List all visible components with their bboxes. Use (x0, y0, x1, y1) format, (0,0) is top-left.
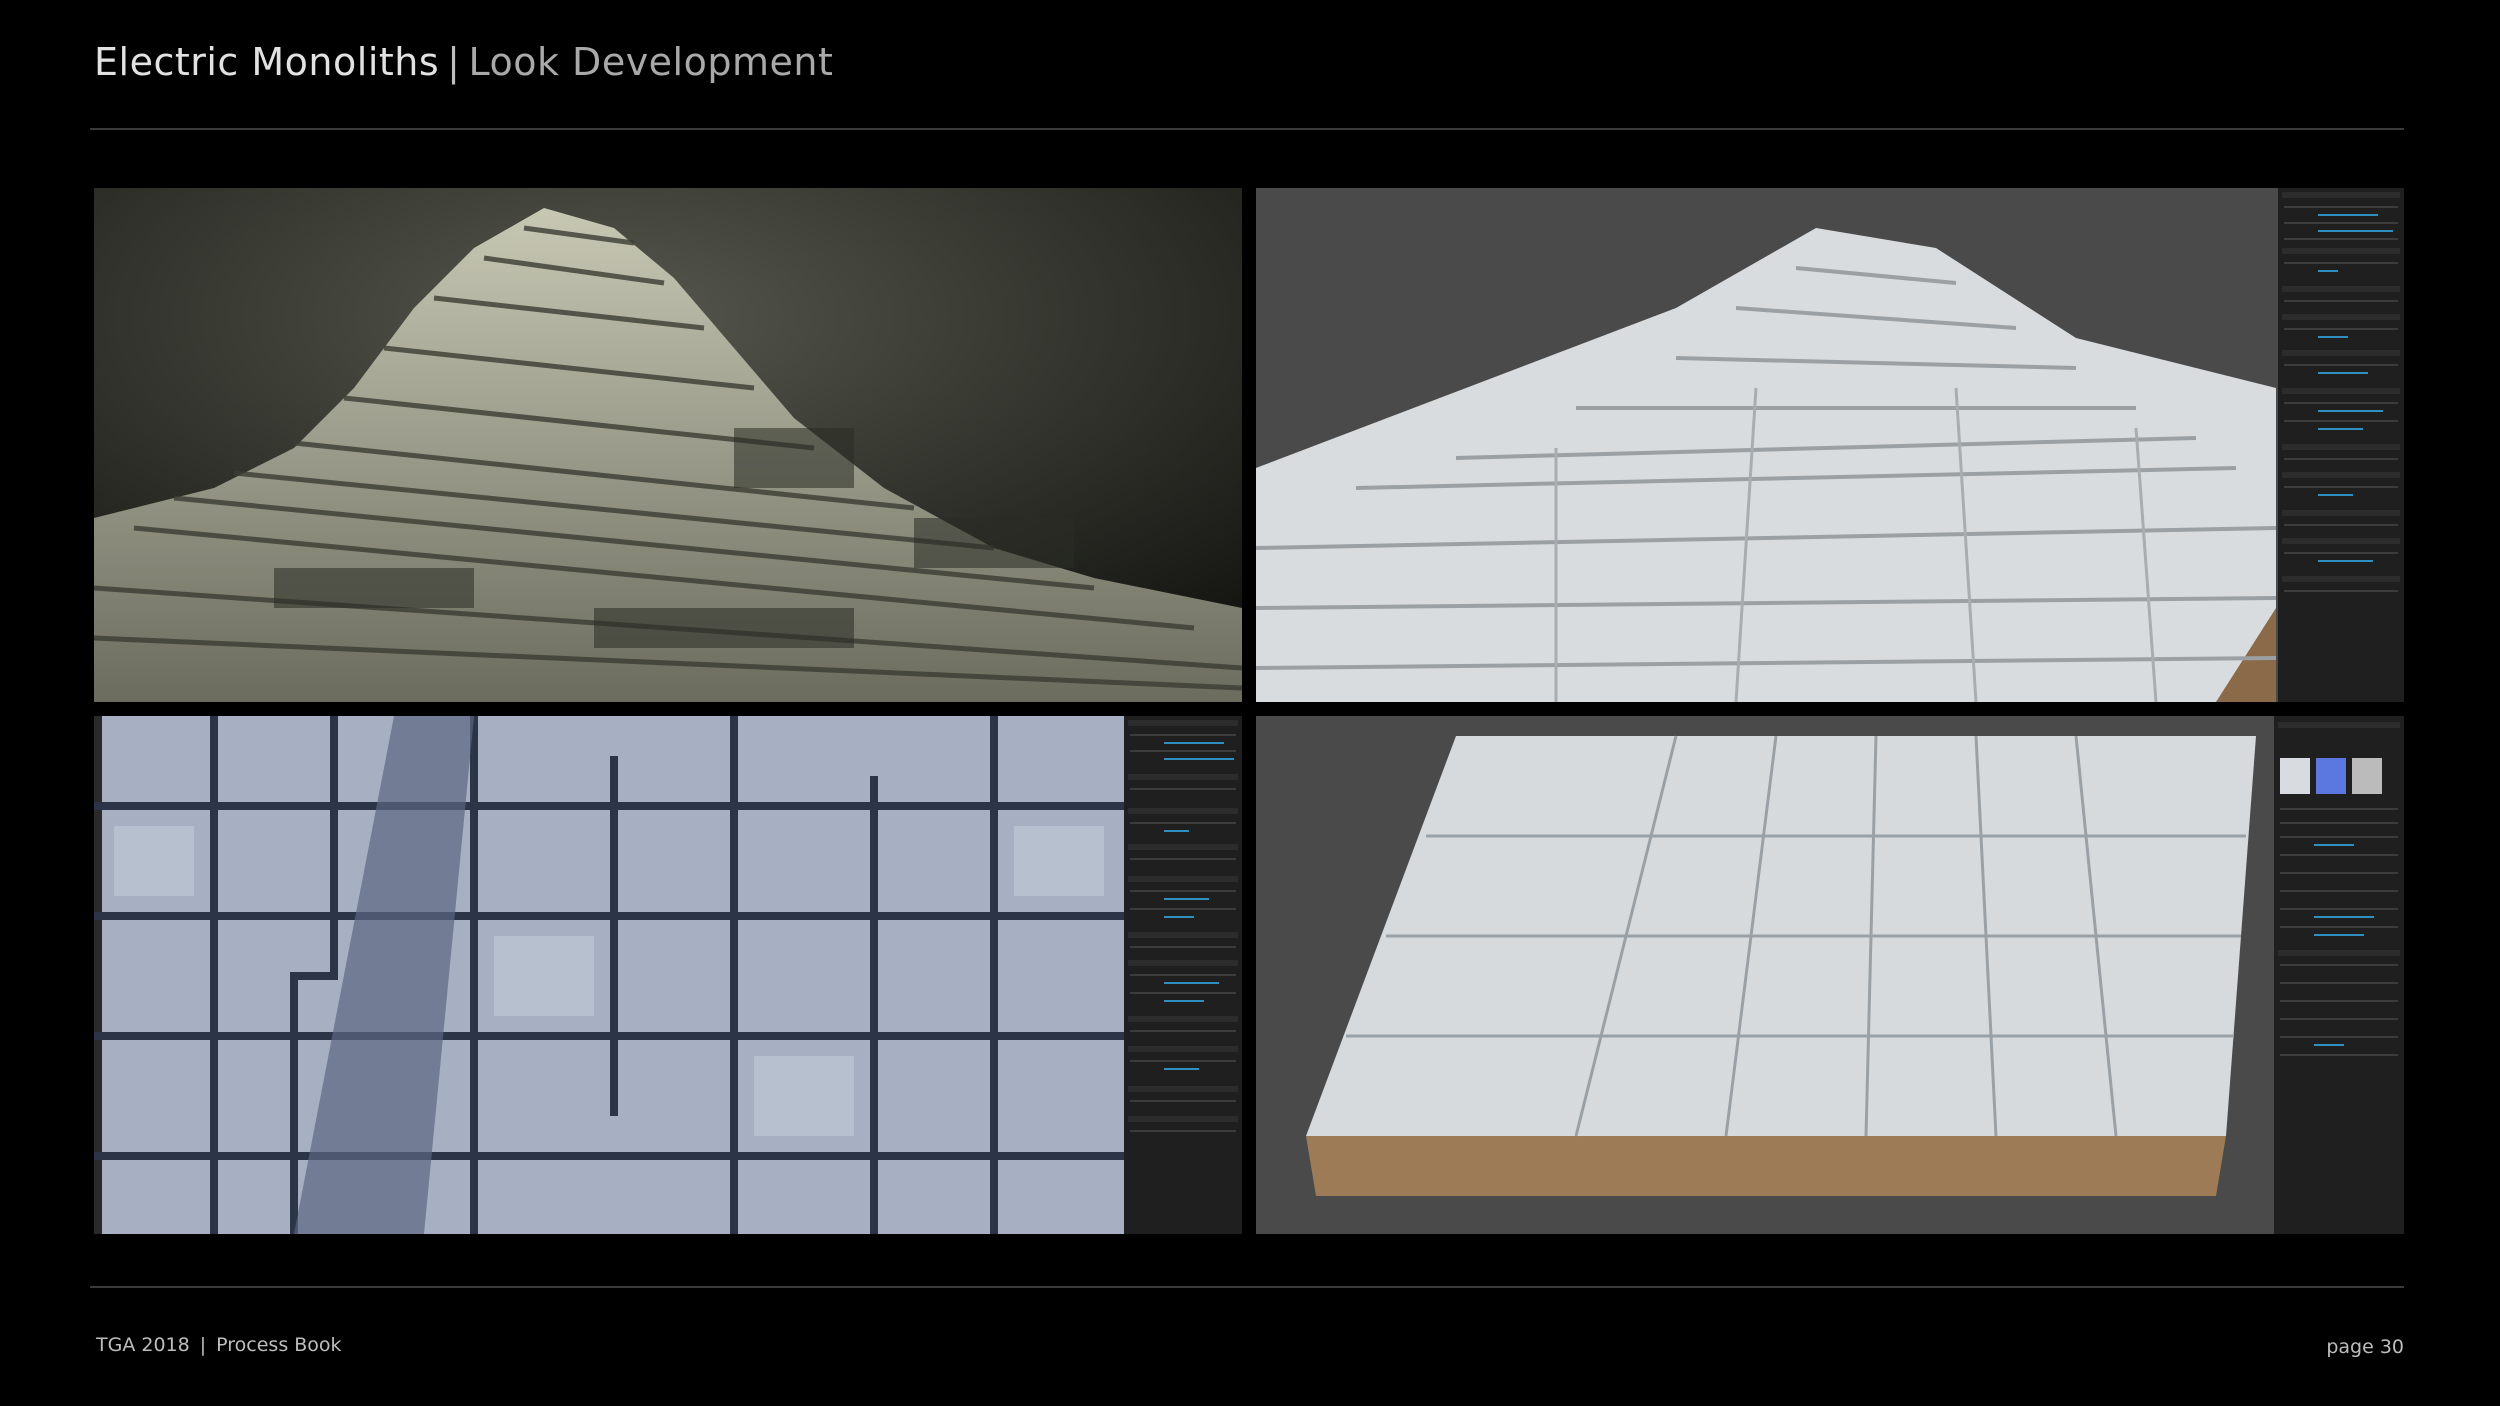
render-panel-fog (94, 188, 1242, 702)
footer-subtitle: Process Book (216, 1334, 342, 1356)
properties-panel[interactable] (2278, 188, 2404, 702)
top-down-terrain-viewport (94, 716, 1124, 1234)
footer-event: TGA 2018 (96, 1334, 190, 1356)
texture-thumbnail-2[interactable] (2316, 758, 2346, 794)
title-main: Electric Monoliths (94, 40, 440, 84)
top-divider (90, 128, 2404, 130)
viewport-panel-topdown (94, 716, 1242, 1234)
properties-panel-2[interactable] (1124, 716, 1242, 1234)
footer-left: TGA 2018 | Process Book (96, 1334, 342, 1356)
footer-separator: | (199, 1334, 207, 1356)
terraced-mountain-render (94, 188, 1242, 702)
viewport-panel-perspective (1256, 188, 2404, 702)
title-sub: Look Development (468, 40, 834, 84)
terraced-mountain-viewport (1256, 188, 2404, 702)
bottom-divider (90, 1286, 2404, 1288)
texture-thumbnail-1[interactable] (2280, 758, 2310, 794)
page-title: Electric Monoliths | Look Development (94, 40, 833, 84)
viewport-panel-slab (1256, 716, 2404, 1234)
terrain-slab-viewport (1256, 716, 2404, 1234)
material-panel[interactable] (2274, 716, 2404, 1234)
texture-thumbnail-3[interactable] (2352, 758, 2382, 794)
page-number: page 30 (2326, 1336, 2404, 1358)
title-separator: | (447, 40, 461, 84)
